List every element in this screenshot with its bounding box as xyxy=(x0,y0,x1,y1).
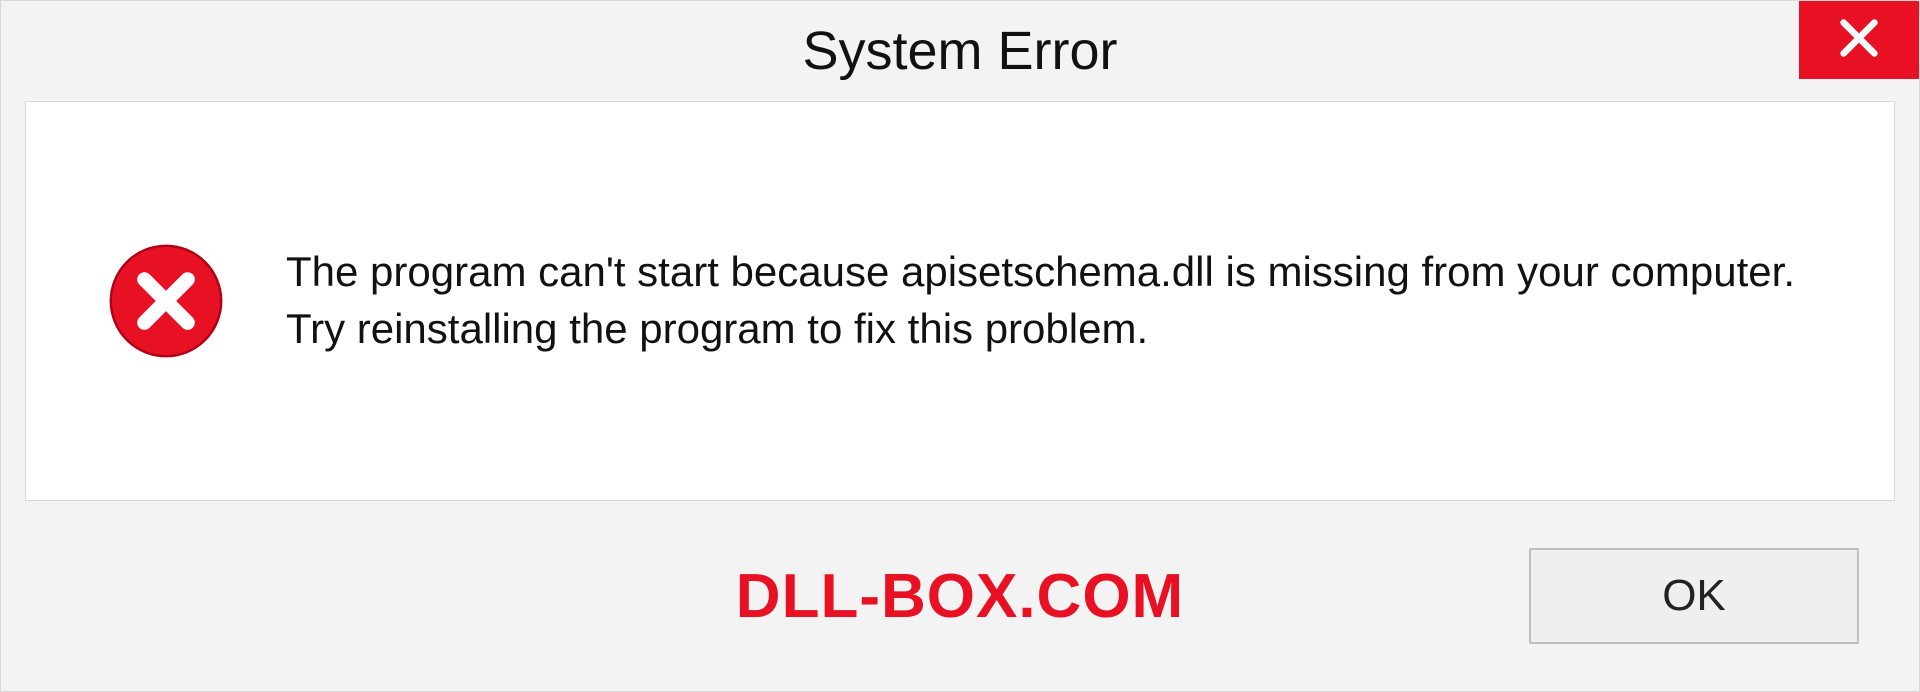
error-message: The program can't start because apisetsc… xyxy=(286,244,1834,357)
dialog-footer: DLL-BOX.COM OK xyxy=(1,501,1919,691)
watermark-text: DLL-BOX.COM xyxy=(736,561,1184,632)
error-icon xyxy=(106,241,226,361)
ok-button-label: OK xyxy=(1662,571,1726,621)
ok-button[interactable]: OK xyxy=(1529,548,1859,644)
close-icon xyxy=(1837,16,1881,65)
system-error-dialog: System Error The program can't start bec… xyxy=(0,0,1920,692)
content-area: The program can't start because apisetsc… xyxy=(25,101,1895,501)
close-button[interactable] xyxy=(1799,1,1919,79)
dialog-title: System Error xyxy=(802,20,1117,82)
titlebar: System Error xyxy=(1,1,1919,101)
